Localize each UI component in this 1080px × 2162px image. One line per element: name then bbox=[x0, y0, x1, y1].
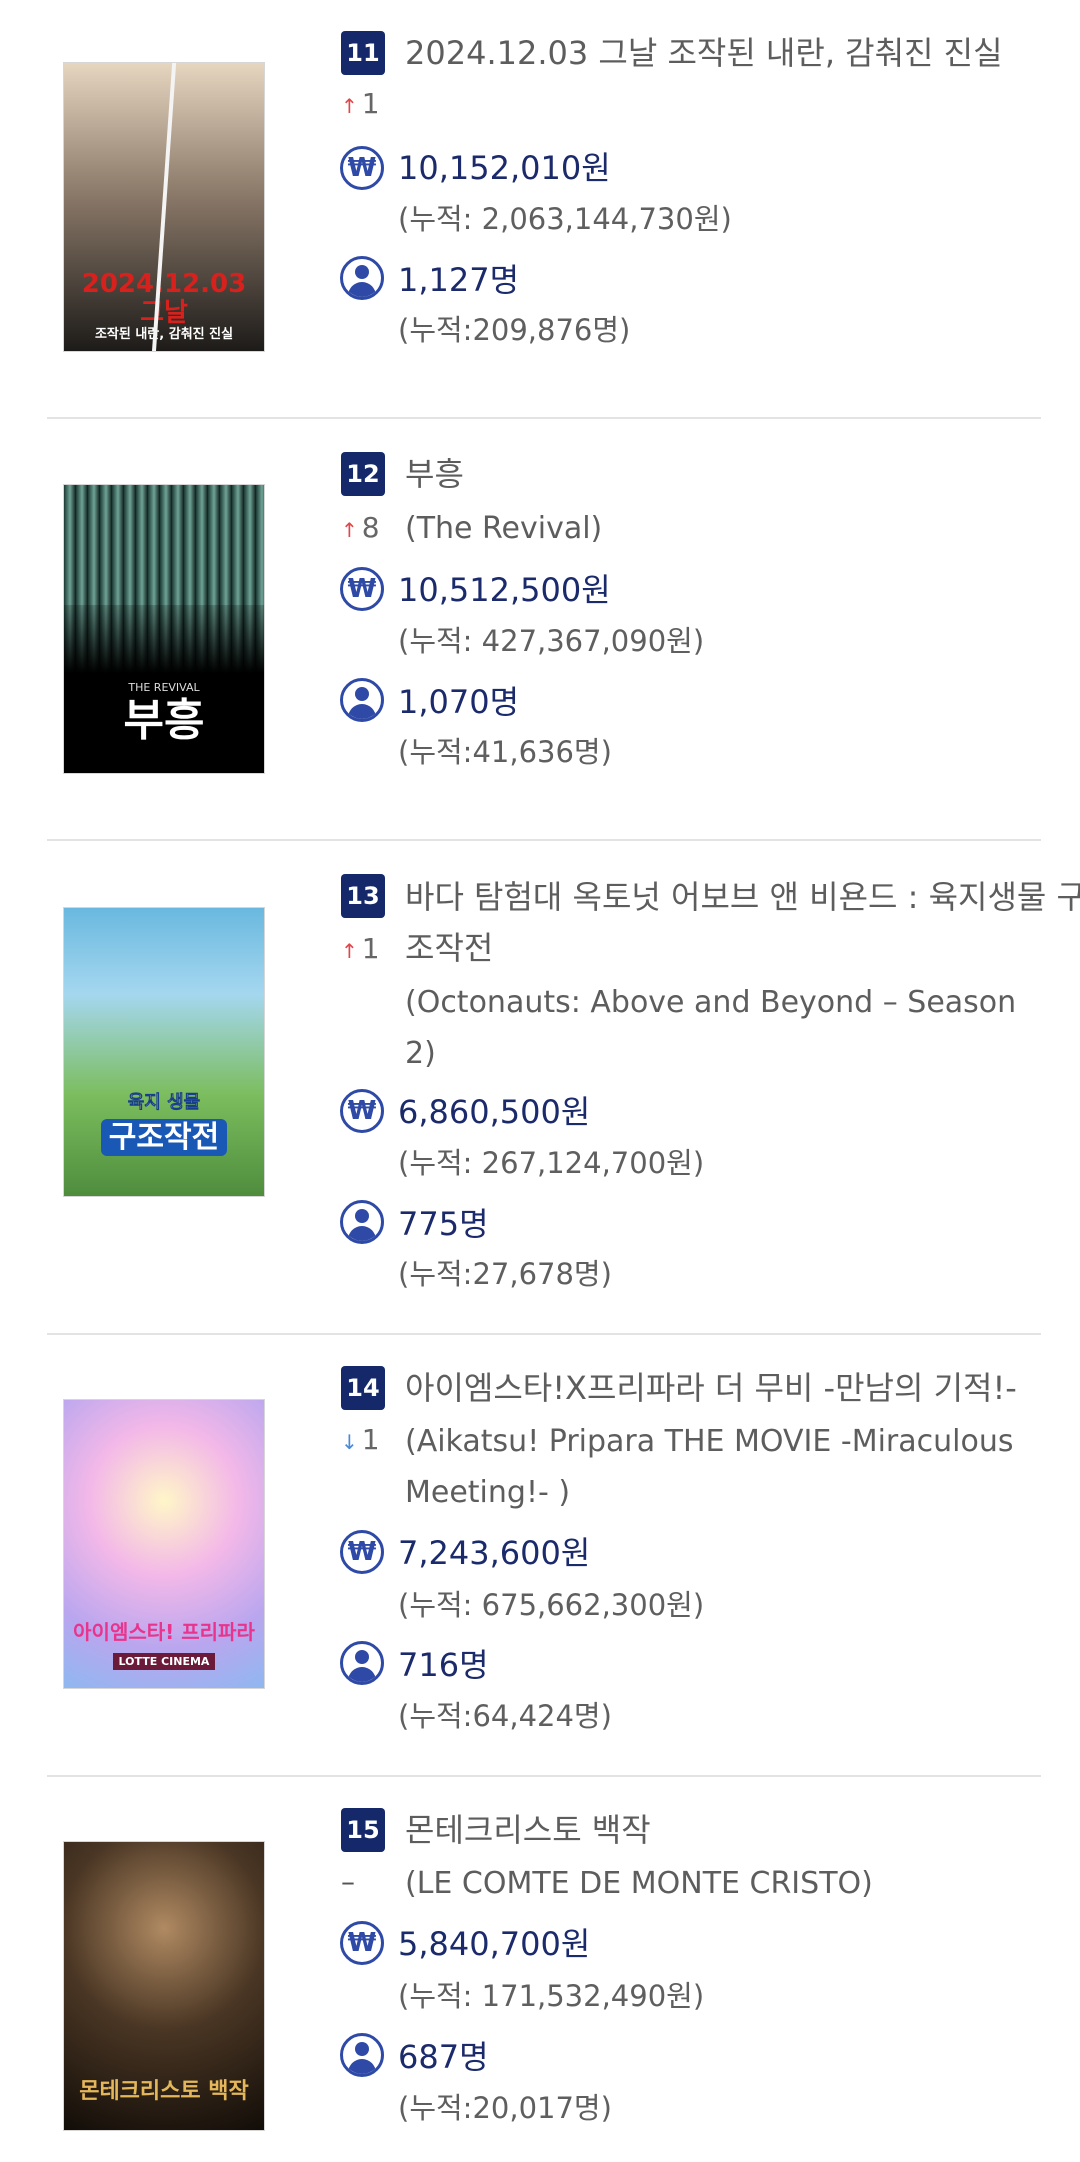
poster-title: 아이엠스타! 프리파라 bbox=[73, 1619, 255, 1644]
divider bbox=[47, 1333, 1041, 1335]
revenue-value: 10,152,010원 bbox=[398, 149, 611, 187]
movie-title[interactable]: 부흥 bbox=[405, 449, 464, 500]
person-icon bbox=[340, 256, 384, 300]
rank-change: ↓ 1 bbox=[341, 1423, 380, 1456]
poster-title: 부흥 bbox=[123, 694, 205, 746]
person-icon bbox=[340, 678, 384, 722]
divider bbox=[47, 839, 1041, 841]
poster-title: 2024.12.03 그날 bbox=[81, 269, 247, 328]
movie-title[interactable]: 몬테크리스토 백작 bbox=[405, 1805, 651, 1856]
movie-english-title-line-2: 2) bbox=[405, 1036, 436, 1071]
audience-total: (누적:20,017명) bbox=[398, 2091, 612, 2125]
revenue-value: 7,243,600원 bbox=[398, 1534, 591, 1572]
movie-english-title: (LE COMTE DE MONTE CRISTO) bbox=[405, 1866, 873, 1901]
audience-total: (누적:41,636명) bbox=[398, 735, 612, 769]
won-icon: ₩ bbox=[340, 146, 384, 190]
poster-subtitle: LOTTE CINEMA bbox=[112, 1652, 216, 1670]
rank-badge: 14 bbox=[341, 1366, 385, 1410]
revenue-total: (누적: 675,662,300원) bbox=[398, 1588, 705, 1622]
rank-change: – bbox=[341, 1862, 355, 1902]
audience-value: 775명 bbox=[398, 1205, 489, 1243]
movie-poster[interactable]: 아이엠스타! 프리파라 LOTTE CINEMA bbox=[63, 1399, 265, 1689]
won-icon: ₩ bbox=[340, 1089, 384, 1133]
movie-title[interactable]: 아이엠스타!X프리파라 더 무비 -만남의 기적!- bbox=[405, 1363, 1017, 1414]
rank-change: ↑ 1 bbox=[341, 87, 380, 120]
revenue-total: (누적: 267,124,700원) bbox=[398, 1146, 705, 1180]
audience-value: 1,070명 bbox=[398, 683, 520, 721]
arrow-up-icon: ↑ bbox=[341, 94, 358, 118]
arrow-up-icon: ↑ bbox=[341, 939, 358, 963]
movie-title[interactable]: 2024.12.03 그날 조작된 내란, 감춰진 진실 bbox=[405, 28, 1003, 79]
no-change-icon: – bbox=[341, 1865, 355, 1898]
audience-value: 687명 bbox=[398, 2038, 489, 2076]
audience-value: 716명 bbox=[398, 1646, 489, 1684]
arrow-down-icon: ↓ bbox=[341, 1430, 358, 1454]
revenue-total: (누적: 2,063,144,730원) bbox=[398, 202, 732, 236]
won-icon: ₩ bbox=[340, 567, 384, 611]
divider bbox=[47, 417, 1041, 419]
movie-poster[interactable]: 육지 생물 구조작전 bbox=[63, 907, 265, 1197]
revenue-value: 6,860,500원 bbox=[398, 1093, 591, 1131]
revenue-total: (누적: 427,367,090원) bbox=[398, 624, 705, 658]
audience-total: (누적:27,678명) bbox=[398, 1257, 612, 1291]
movie-english-title: (The Revival) bbox=[405, 511, 603, 546]
audience-value: 1,127명 bbox=[398, 261, 520, 299]
won-icon: ₩ bbox=[340, 1530, 384, 1574]
movie-poster[interactable]: 몬테크리스토 백작 bbox=[63, 1841, 265, 2131]
audience-total: (누적:209,876명) bbox=[398, 313, 631, 347]
audience-total: (누적:64,424명) bbox=[398, 1699, 612, 1733]
rank-badge: 15 bbox=[341, 1808, 385, 1852]
poster-title: 몬테크리스토 백작 bbox=[79, 2078, 249, 2104]
person-icon bbox=[340, 1200, 384, 1244]
movie-poster[interactable]: THE REVIVAL 부흥 bbox=[63, 484, 265, 774]
revenue-total: (누적: 171,532,490원) bbox=[398, 1979, 705, 2013]
movie-english-title-line-2: Meeting!- ) bbox=[405, 1475, 571, 1510]
won-icon: ₩ bbox=[340, 1921, 384, 1965]
poster-subtitle: 조작된 내란, 감춰진 진실 bbox=[94, 327, 234, 343]
rank-badge: 11 bbox=[341, 31, 385, 75]
rank-change: ↑ 1 bbox=[341, 932, 380, 965]
poster-title: 구조작전 bbox=[100, 1119, 228, 1156]
rank-badge: 13 bbox=[341, 874, 385, 918]
revenue-value: 5,840,700원 bbox=[398, 1925, 591, 1963]
rank-change: ↑ 8 bbox=[341, 511, 380, 544]
person-icon bbox=[340, 2033, 384, 2077]
movie-title-line-1[interactable]: 바다 탐험대 옥토넛 어보브 앤 비욘드 : 육지생물 구 bbox=[405, 872, 1080, 923]
poster-subtitle: 육지 생물 bbox=[127, 1092, 201, 1114]
poster-subtitle: THE REVIVAL bbox=[128, 681, 200, 695]
movie-poster[interactable]: 2024.12.03 그날 조작된 내란, 감춰진 진실 bbox=[63, 62, 265, 352]
divider bbox=[47, 1775, 1041, 1777]
revenue-value: 10,512,500원 bbox=[398, 571, 611, 609]
movie-english-title-line-1: (Aikatsu! Pripara THE MOVIE -Miraculous bbox=[405, 1424, 1014, 1459]
arrow-up-icon: ↑ bbox=[341, 518, 358, 542]
movie-title-line-2[interactable]: 조작전 bbox=[405, 923, 493, 974]
movie-english-title-line-1: (Octonauts: Above and Beyond – Season bbox=[405, 985, 1017, 1020]
person-icon bbox=[340, 1641, 384, 1685]
rank-badge: 12 bbox=[341, 452, 385, 496]
